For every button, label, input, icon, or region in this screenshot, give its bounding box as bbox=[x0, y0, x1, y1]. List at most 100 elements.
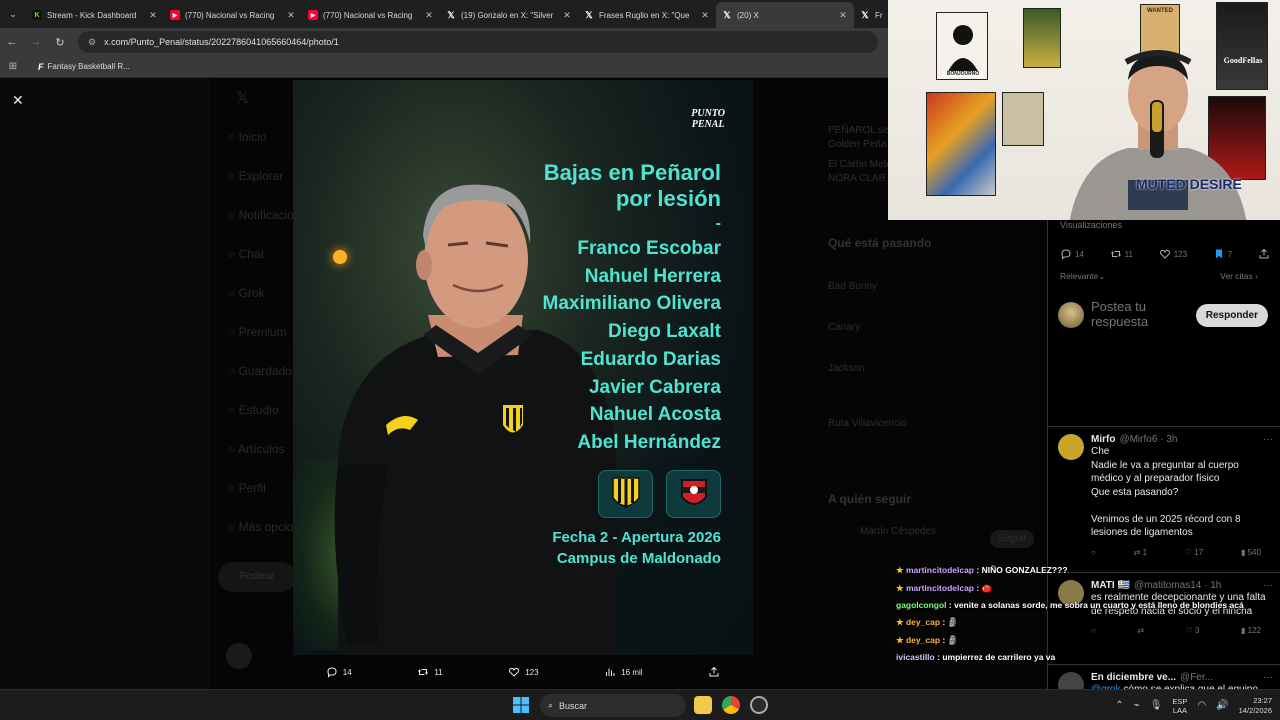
chat-message: ★ dey_cap : 🗿 bbox=[896, 632, 1271, 650]
reply-stat[interactable]: ○ bbox=[1091, 548, 1096, 557]
chat-message: ★ dey_cap : 🗿 bbox=[896, 614, 1271, 632]
browser-tab[interactable]: 𝕏 (19) Gonzalo en X: "Silver ✕ bbox=[440, 2, 578, 28]
tab-close-icon[interactable]: ✕ bbox=[700, 10, 710, 21]
footer-line: Campus de Maldonado bbox=[556, 550, 721, 567]
language-indicator[interactable]: ESP LAA bbox=[1172, 697, 1187, 715]
chat-username: martincitodelcap bbox=[905, 582, 975, 593]
ghost-line: PEÑAROL se bbox=[828, 125, 889, 136]
reply-action[interactable]: 14 bbox=[326, 666, 352, 678]
views-action[interactable]: 16 mil bbox=[604, 666, 643, 678]
tab-close-icon[interactable]: ✕ bbox=[424, 10, 434, 21]
tab-close-icon[interactable]: ✕ bbox=[838, 10, 848, 21]
reply-button[interactable]: Responder bbox=[1195, 303, 1268, 327]
taskbar-search[interactable]: ⌕ Buscar bbox=[540, 694, 686, 717]
tab-close-icon[interactable]: ✕ bbox=[286, 10, 296, 21]
microphone-icon[interactable]: 🎙 bbox=[1150, 700, 1163, 711]
windows-taskbar: ⌕ Buscar ⌃ ⌁ 🎙 ESP LAA ◠ 🔊 23:27 14/2/20… bbox=[0, 689, 1280, 720]
wifi-icon[interactable]: ◠ bbox=[1197, 700, 1206, 711]
forward-arrow-icon[interactable]: → bbox=[24, 36, 48, 48]
volume-icon[interactable]: 🔊 bbox=[1216, 700, 1228, 711]
more-options-icon[interactable]: ··· bbox=[1263, 672, 1273, 683]
trend-item: Ruta Villavicencio bbox=[828, 418, 907, 429]
repost-stat[interactable]: ⇄ 1 bbox=[1134, 548, 1147, 557]
heart-stat[interactable]: ♡ 17 bbox=[1185, 548, 1203, 557]
browser-tab[interactable]: 𝕏 (20) X ✕ bbox=[716, 2, 854, 28]
more-options-icon[interactable]: ··· bbox=[1263, 434, 1273, 445]
reload-icon[interactable]: ↻ bbox=[48, 36, 72, 49]
stat-share[interactable] bbox=[1258, 248, 1270, 260]
sidebar-nav-item: ○ Guardados bbox=[228, 364, 298, 378]
player-name: Nahuel Acosta bbox=[589, 404, 721, 426]
browser-tab[interactable]: 𝕏 Frases Ruglio en X: "Que ✕ bbox=[578, 2, 716, 28]
stat-likes[interactable]: 123 bbox=[1159, 248, 1187, 260]
stat-replies[interactable]: 14 bbox=[1060, 248, 1084, 260]
view-quotes-link[interactable]: Ver citas › bbox=[1220, 271, 1258, 282]
sidebar-nav-item: ○ Chat bbox=[228, 247, 264, 261]
time: 23:27 bbox=[1253, 695, 1272, 705]
penarol-poster bbox=[1023, 8, 1061, 68]
reply-avatar[interactable] bbox=[1058, 434, 1084, 460]
clock[interactable]: 23:27 14/2/2026 bbox=[1239, 696, 1272, 716]
views-bar-stat[interactable]: ▮ 540 bbox=[1241, 548, 1261, 557]
nav-icon: ○ bbox=[228, 481, 239, 495]
bookmark-item[interactable]: F Fantasy Basketball R... bbox=[38, 62, 130, 72]
url-field[interactable]: ⚙ x.com/Punto_Penal/status/2022786041065… bbox=[78, 31, 878, 53]
sidebar-nav-item: ○ Inicio bbox=[228, 130, 267, 144]
reply-author[interactable]: En diciembre ve... bbox=[1091, 672, 1176, 683]
browser-tab[interactable]: ▶ (770) Nacional vs Racing ✕ bbox=[164, 2, 302, 28]
player-name: Javier Cabrera bbox=[588, 376, 721, 398]
reply-author[interactable]: Mirfo bbox=[1091, 434, 1115, 445]
tab-close-icon[interactable]: ✕ bbox=[148, 10, 158, 21]
close-icon[interactable]: ✕ bbox=[12, 92, 24, 109]
framed-picture bbox=[1002, 92, 1044, 146]
browser-tab[interactable]: ▶ (770) Nacional vs Racing ✕ bbox=[302, 2, 440, 28]
reply-icon bbox=[327, 667, 337, 678]
logo-text: PENAL bbox=[691, 119, 725, 130]
like-action[interactable]: 123 bbox=[508, 666, 539, 678]
share-action[interactable] bbox=[708, 666, 720, 678]
repost-action[interactable]: 11 bbox=[417, 666, 443, 678]
reply-input[interactable]: Postea tu respuesta bbox=[1091, 299, 1182, 331]
chrome-icon[interactable] bbox=[722, 696, 740, 714]
file-explorer-icon[interactable] bbox=[694, 696, 712, 714]
stat-value: 1 bbox=[1142, 547, 1148, 557]
chat-message: ★ martincitodelcap : NIÑO GONZALEZ??? bbox=[896, 562, 1271, 580]
follow-title: A quién seguir bbox=[828, 492, 911, 506]
subscriber-star-icon: ★ bbox=[896, 565, 906, 575]
chat-username: dey_cap bbox=[905, 634, 941, 645]
nav-label: Guardados bbox=[238, 364, 298, 378]
stat-bookmarks[interactable]: 7 bbox=[1213, 248, 1232, 260]
x-icon: 𝕏 bbox=[723, 9, 731, 20]
heart-icon bbox=[509, 667, 520, 677]
chat-text: umpierrez de carrilero ya va bbox=[942, 652, 1056, 662]
reply-handle[interactable]: @Fer... bbox=[1180, 672, 1213, 683]
reply-tweet[interactable]: En diciembre ve...@Fer...···@grok cómo s… bbox=[1058, 672, 1273, 689]
obs-icon[interactable] bbox=[750, 696, 768, 714]
reply-stats: ○ ⇄ 1 ♡ 17 ▮ 540 bbox=[1091, 548, 1261, 557]
reply-tweet[interactable]: Mirfo @Mirfo6 · 3h ··· Che Nadie le va a pr… bbox=[1058, 434, 1273, 557]
stat-reposts[interactable]: 11 bbox=[1110, 248, 1133, 260]
browser-tab[interactable]: K Stream - Kick Dashboard ✕ bbox=[26, 2, 164, 28]
share-icon bbox=[1259, 248, 1269, 259]
tab-close-icon[interactable]: ✕ bbox=[562, 10, 572, 21]
windows-start-icon[interactable] bbox=[513, 697, 529, 713]
apps-grid-icon[interactable]: ⊞ bbox=[0, 61, 26, 72]
chevron-right-icon: › bbox=[1255, 271, 1258, 281]
subscriber-star-icon: ★ bbox=[896, 617, 906, 627]
tab-label: (19) Gonzalo en X: "Silver bbox=[461, 10, 554, 20]
back-arrow-icon[interactable]: ← bbox=[0, 36, 24, 48]
sidebar-nav-item: ○ Estudio bbox=[228, 403, 279, 417]
site-info-icon[interactable]: ⚙ bbox=[88, 37, 96, 48]
share-icon bbox=[709, 666, 719, 677]
tab-search-chevron-icon[interactable]: ⌄ bbox=[0, 0, 26, 28]
reply-avatar[interactable] bbox=[1058, 672, 1084, 689]
reply-handle[interactable]: @Mirfo6 · 3h bbox=[1119, 434, 1177, 445]
nav-label: Artículos bbox=[237, 442, 285, 456]
chevron-up-icon[interactable]: ⌃ bbox=[1115, 700, 1123, 711]
bookmark-filled-icon bbox=[1215, 249, 1222, 259]
gta-poster bbox=[926, 92, 996, 196]
player-name: Eduardo Darias bbox=[580, 348, 721, 370]
sort-dropdown[interactable]: Relevante⌄ bbox=[1060, 271, 1105, 282]
sidebar-nav-item: ○ Grok bbox=[228, 286, 265, 300]
network-icon[interactable]: ⌁ bbox=[1134, 700, 1140, 711]
